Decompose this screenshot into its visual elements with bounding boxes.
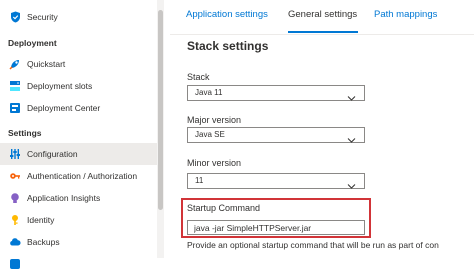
- sidebar-item-label: Backups: [27, 237, 60, 247]
- sidebar-item-identity[interactable]: Identity: [0, 209, 157, 231]
- sidebar-scrollbar-thumb[interactable]: [158, 10, 163, 210]
- lightbulb-icon: [9, 192, 21, 204]
- sidebar-item-label: Deployment slots: [27, 81, 93, 91]
- stack-dropdown[interactable]: Java 11: [187, 85, 365, 101]
- tab-application-settings[interactable]: Application settings: [186, 9, 268, 20]
- sidebar-item-label: Application Insights: [27, 193, 101, 203]
- sidebar-item-label: Identity: [27, 215, 55, 225]
- configuration-sliders-icon: [9, 148, 21, 160]
- sidebar-item-label: Security: [27, 12, 58, 22]
- sidebar-item-deployment-center[interactable]: Deployment Center: [0, 97, 157, 119]
- sidebar-item-quickstart[interactable]: Quickstart: [0, 53, 157, 75]
- section-header-deployment: Deployment: [8, 38, 57, 48]
- sidebar-item-label: Quickstart: [27, 59, 66, 69]
- cloud-backup-icon: [9, 236, 21, 248]
- minor-version-value: 11: [195, 176, 204, 185]
- sidebar-item-label: Deployment Center: [27, 103, 101, 113]
- minor-version-dropdown[interactable]: 11: [187, 173, 365, 189]
- section-title: Stack settings: [187, 39, 269, 53]
- identity-key-icon: [9, 214, 21, 226]
- shield-icon: [9, 11, 21, 23]
- deployment-slots-icon: [9, 80, 21, 92]
- active-tab-indicator: [288, 31, 358, 33]
- chevron-down-icon: [347, 131, 356, 149]
- sidebar-item-label: Configuration: [27, 149, 78, 159]
- sidebar-item-label: Authentication / Authorization: [27, 171, 138, 181]
- sidebar-item-authentication[interactable]: Authentication / Authorization: [0, 165, 157, 187]
- minor-version-label: Minor version: [187, 158, 242, 168]
- major-version-dropdown[interactable]: Java SE: [187, 127, 365, 143]
- sidebar-item-deployment-slots[interactable]: Deployment slots: [0, 75, 157, 97]
- section-header-settings: Settings: [8, 128, 42, 138]
- startup-command-label: Startup Command: [187, 203, 261, 213]
- stack-value: Java 11: [195, 88, 223, 97]
- sidebar-item-backups[interactable]: Backups: [0, 231, 157, 253]
- stack-label: Stack: [187, 72, 210, 82]
- tab-bar: Application settings General settings Pa…: [170, 0, 474, 35]
- tab-general-settings[interactable]: General settings: [288, 9, 357, 20]
- sidebar-item-security[interactable]: Security: [0, 6, 157, 28]
- rocket-icon: [9, 58, 21, 70]
- key-icon: [9, 170, 21, 182]
- chevron-down-icon: [347, 89, 356, 107]
- tab-path-mappings[interactable]: Path mappings: [374, 9, 437, 20]
- startup-command-helper-text: Provide an optional startup command that…: [187, 240, 439, 250]
- sidebar-item-configuration[interactable]: Configuration: [0, 143, 157, 165]
- main-content: Application settings General settings Pa…: [170, 0, 474, 258]
- chevron-down-icon: [347, 177, 356, 195]
- startup-command-input[interactable]: [187, 220, 365, 235]
- major-version-label: Major version: [187, 115, 242, 125]
- sidebar: Security Deployment Quickstart Deploymen…: [0, 0, 157, 269]
- partially-visible-icon: [9, 258, 21, 270]
- sidebar-item-partial[interactable]: [0, 253, 157, 275]
- sidebar-item-application-insights[interactable]: Application Insights: [0, 187, 157, 209]
- deployment-center-icon: [9, 102, 21, 114]
- major-version-value: Java SE: [195, 130, 225, 139]
